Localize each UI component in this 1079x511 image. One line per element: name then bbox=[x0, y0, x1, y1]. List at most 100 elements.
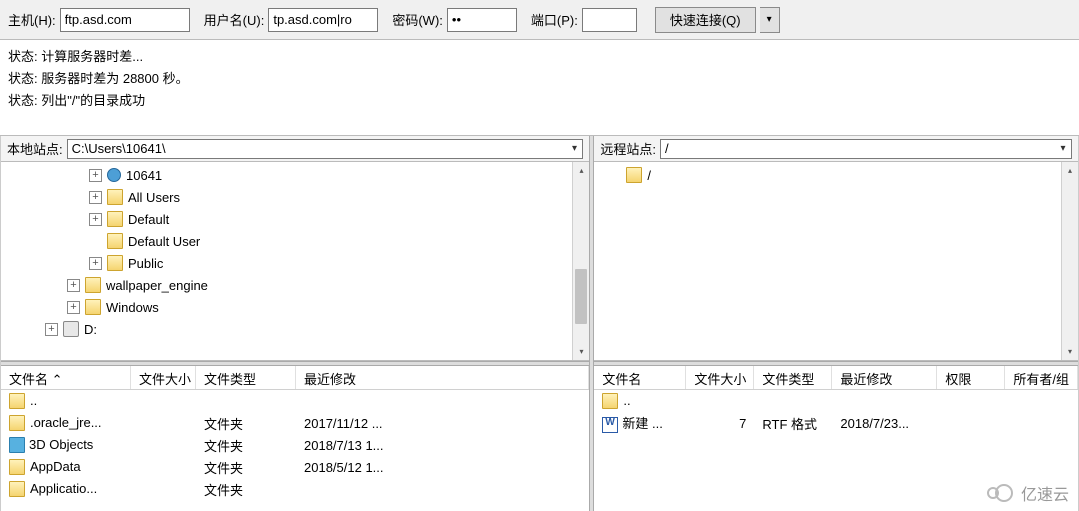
remote-tree-scrollbar[interactable]: ▴ ▾ bbox=[1061, 162, 1078, 360]
list-row[interactable]: 3D Objects文件夹2018/7/13 1... bbox=[1, 434, 589, 456]
list-row[interactable]: .oracle_jre...文件夹2017/11/12 ... bbox=[1, 412, 589, 434]
tree-item-label: 10641 bbox=[126, 168, 162, 183]
remote-site-combo[interactable]: ▾ bbox=[660, 139, 1072, 159]
tree-item[interactable]: +Windows bbox=[1, 296, 589, 318]
local-file-list: 文件名 ⌃ 文件大小 文件类型 最近修改 .. .oracle_jre...文件… bbox=[1, 366, 589, 511]
expand-icon[interactable]: + bbox=[45, 323, 58, 336]
list-row[interactable]: .. bbox=[1, 390, 589, 412]
watermark-icon bbox=[987, 484, 1015, 502]
remote-pane: 远程站点: ▾ / ▴ ▾ 文件名 文件大小 文件类型 最近修改 权限 所有者/… bbox=[594, 136, 1078, 511]
scroll-track[interactable] bbox=[1062, 179, 1078, 343]
scroll-up-icon[interactable]: ▴ bbox=[573, 162, 589, 179]
expand-icon[interactable]: + bbox=[89, 257, 102, 270]
local-tree[interactable]: +10641 +All Users +Default Default User … bbox=[1, 162, 589, 361]
user-label: 用户名(U): bbox=[204, 10, 265, 29]
local-site-combo[interactable]: ▾ bbox=[67, 139, 584, 159]
host-label: 主机(H): bbox=[8, 10, 56, 29]
expand-icon[interactable]: + bbox=[67, 279, 80, 292]
chevron-down-icon[interactable]: ▾ bbox=[1055, 143, 1071, 154]
tree-item-label: Default User bbox=[128, 234, 200, 249]
local-list-body[interactable]: .. .oracle_jre...文件夹2017/11/12 ... 3D Ob… bbox=[1, 390, 589, 511]
scroll-track[interactable] bbox=[573, 179, 589, 343]
tree-item-label: All Users bbox=[128, 190, 180, 205]
scroll-down-icon[interactable]: ▾ bbox=[1062, 343, 1078, 360]
folder-icon bbox=[9, 459, 25, 475]
connection-toolbar: 主机(H): 用户名(U): 密码(W): 端口(P): 快速连接(Q) ▾ bbox=[0, 0, 1079, 40]
local-pane: 本地站点: ▾ +10641 + All Users + Default Defau… bbox=[1, 136, 589, 511]
column-header-name[interactable]: 文件名 ⌃ bbox=[1, 366, 131, 389]
list-row[interactable]: AppData文件夹2018/5/12 1... bbox=[1, 456, 589, 478]
file-name: .oracle_jre... bbox=[30, 415, 102, 430]
expand-icon[interactable]: + bbox=[89, 191, 102, 204]
status-log: 状态: 计算服务器时差... 状态: 服务器时差为 28800 秒。 状态: 列… bbox=[0, 40, 1079, 136]
quick-connect-dropdown[interactable]: ▾ bbox=[760, 7, 780, 33]
file-name: .. bbox=[623, 393, 630, 408]
local-list-header: 文件名 ⌃ 文件大小 文件类型 最近修改 bbox=[1, 366, 589, 390]
scroll-down-icon[interactable]: ▾ bbox=[573, 343, 589, 360]
column-header-size[interactable]: 文件大小 bbox=[686, 366, 754, 389]
tree-item[interactable]: / bbox=[598, 164, 1074, 186]
column-header-owner[interactable]: 所有者/组 bbox=[1005, 366, 1078, 389]
list-row[interactable]: Applicatio...文件夹 bbox=[1, 478, 589, 500]
local-tree-scrollbar[interactable]: ▴ ▾ bbox=[572, 162, 589, 360]
chevron-down-icon[interactable]: ▾ bbox=[566, 143, 582, 154]
tree-item-label: D: bbox=[84, 322, 97, 337]
user-icon bbox=[107, 168, 121, 182]
quick-connect-button[interactable]: 快速连接(Q) bbox=[655, 7, 756, 33]
tree-item[interactable]: + All Users bbox=[1, 186, 589, 208]
column-header-name[interactable]: 文件名 bbox=[594, 366, 686, 389]
folder-icon bbox=[9, 415, 25, 431]
remote-site-label: 远程站点: bbox=[600, 139, 656, 158]
file-name: 3D Objects bbox=[29, 437, 93, 452]
tree-item[interactable]: + Default bbox=[1, 208, 589, 230]
folder-icon bbox=[602, 393, 618, 409]
tree-item[interactable]: + D: bbox=[1, 318, 589, 340]
folder-icon bbox=[107, 211, 123, 227]
column-header-type[interactable]: 文件类型 bbox=[196, 366, 296, 389]
rtf-file-icon bbox=[602, 417, 618, 433]
drive-icon bbox=[63, 321, 79, 337]
tree-item[interactable]: +wallpaper_engine bbox=[1, 274, 589, 296]
tree-item[interactable]: Default User bbox=[1, 230, 589, 252]
password-label: 密码(W): bbox=[392, 10, 443, 29]
column-header-modified[interactable]: 最近修改 bbox=[296, 366, 589, 389]
remote-list-header: 文件名 文件大小 文件类型 最近修改 权限 所有者/组 bbox=[594, 366, 1078, 390]
local-site-row: 本地站点: ▾ bbox=[1, 136, 589, 162]
username-input[interactable] bbox=[268, 8, 378, 32]
local-site-input[interactable] bbox=[68, 141, 567, 156]
folder-icon bbox=[626, 167, 642, 183]
list-row[interactable]: 新建 ...7RTF 格式2018/7/23... bbox=[594, 412, 1078, 434]
remote-site-row: 远程站点: ▾ bbox=[594, 136, 1078, 162]
expand-icon[interactable]: + bbox=[89, 169, 102, 182]
list-row[interactable]: .. bbox=[594, 390, 1078, 412]
tree-item[interactable]: + Public bbox=[1, 252, 589, 274]
tree-item[interactable]: +10641 bbox=[1, 164, 589, 186]
column-header-size[interactable]: 文件大小 bbox=[131, 366, 196, 389]
host-input[interactable] bbox=[60, 8, 190, 32]
file-name: AppData bbox=[30, 459, 81, 474]
status-line: 状态: 列出"/"的目录成功 bbox=[8, 90, 1071, 112]
password-input[interactable] bbox=[447, 8, 517, 32]
tree-item-label: Default bbox=[128, 212, 169, 227]
3d-objects-icon bbox=[9, 437, 25, 453]
folder-icon bbox=[107, 255, 123, 271]
status-line: 状态: 计算服务器时差... bbox=[8, 46, 1071, 68]
remote-site-input[interactable] bbox=[661, 141, 1055, 156]
remote-tree[interactable]: / ▴ ▾ bbox=[594, 162, 1078, 361]
local-site-label: 本地站点: bbox=[7, 139, 63, 158]
main-panes: 本地站点: ▾ +10641 + All Users + Default Defau… bbox=[0, 136, 1079, 511]
file-name: 新建 ... bbox=[622, 416, 662, 431]
expand-icon[interactable]: + bbox=[89, 213, 102, 226]
port-input[interactable] bbox=[582, 8, 637, 32]
column-header-type[interactable]: 文件类型 bbox=[754, 366, 832, 389]
column-header-permissions[interactable]: 权限 bbox=[937, 366, 1005, 389]
expand-icon[interactable]: + bbox=[67, 301, 80, 314]
folder-icon bbox=[85, 299, 101, 315]
folder-icon bbox=[9, 481, 25, 497]
tree-item-label: Public bbox=[128, 256, 163, 271]
column-header-modified[interactable]: 最近修改 bbox=[832, 366, 937, 389]
file-name: .. bbox=[30, 393, 37, 408]
chevron-down-icon: ▾ bbox=[767, 14, 772, 25]
scroll-thumb[interactable] bbox=[575, 269, 587, 324]
scroll-up-icon[interactable]: ▴ bbox=[1062, 162, 1078, 179]
